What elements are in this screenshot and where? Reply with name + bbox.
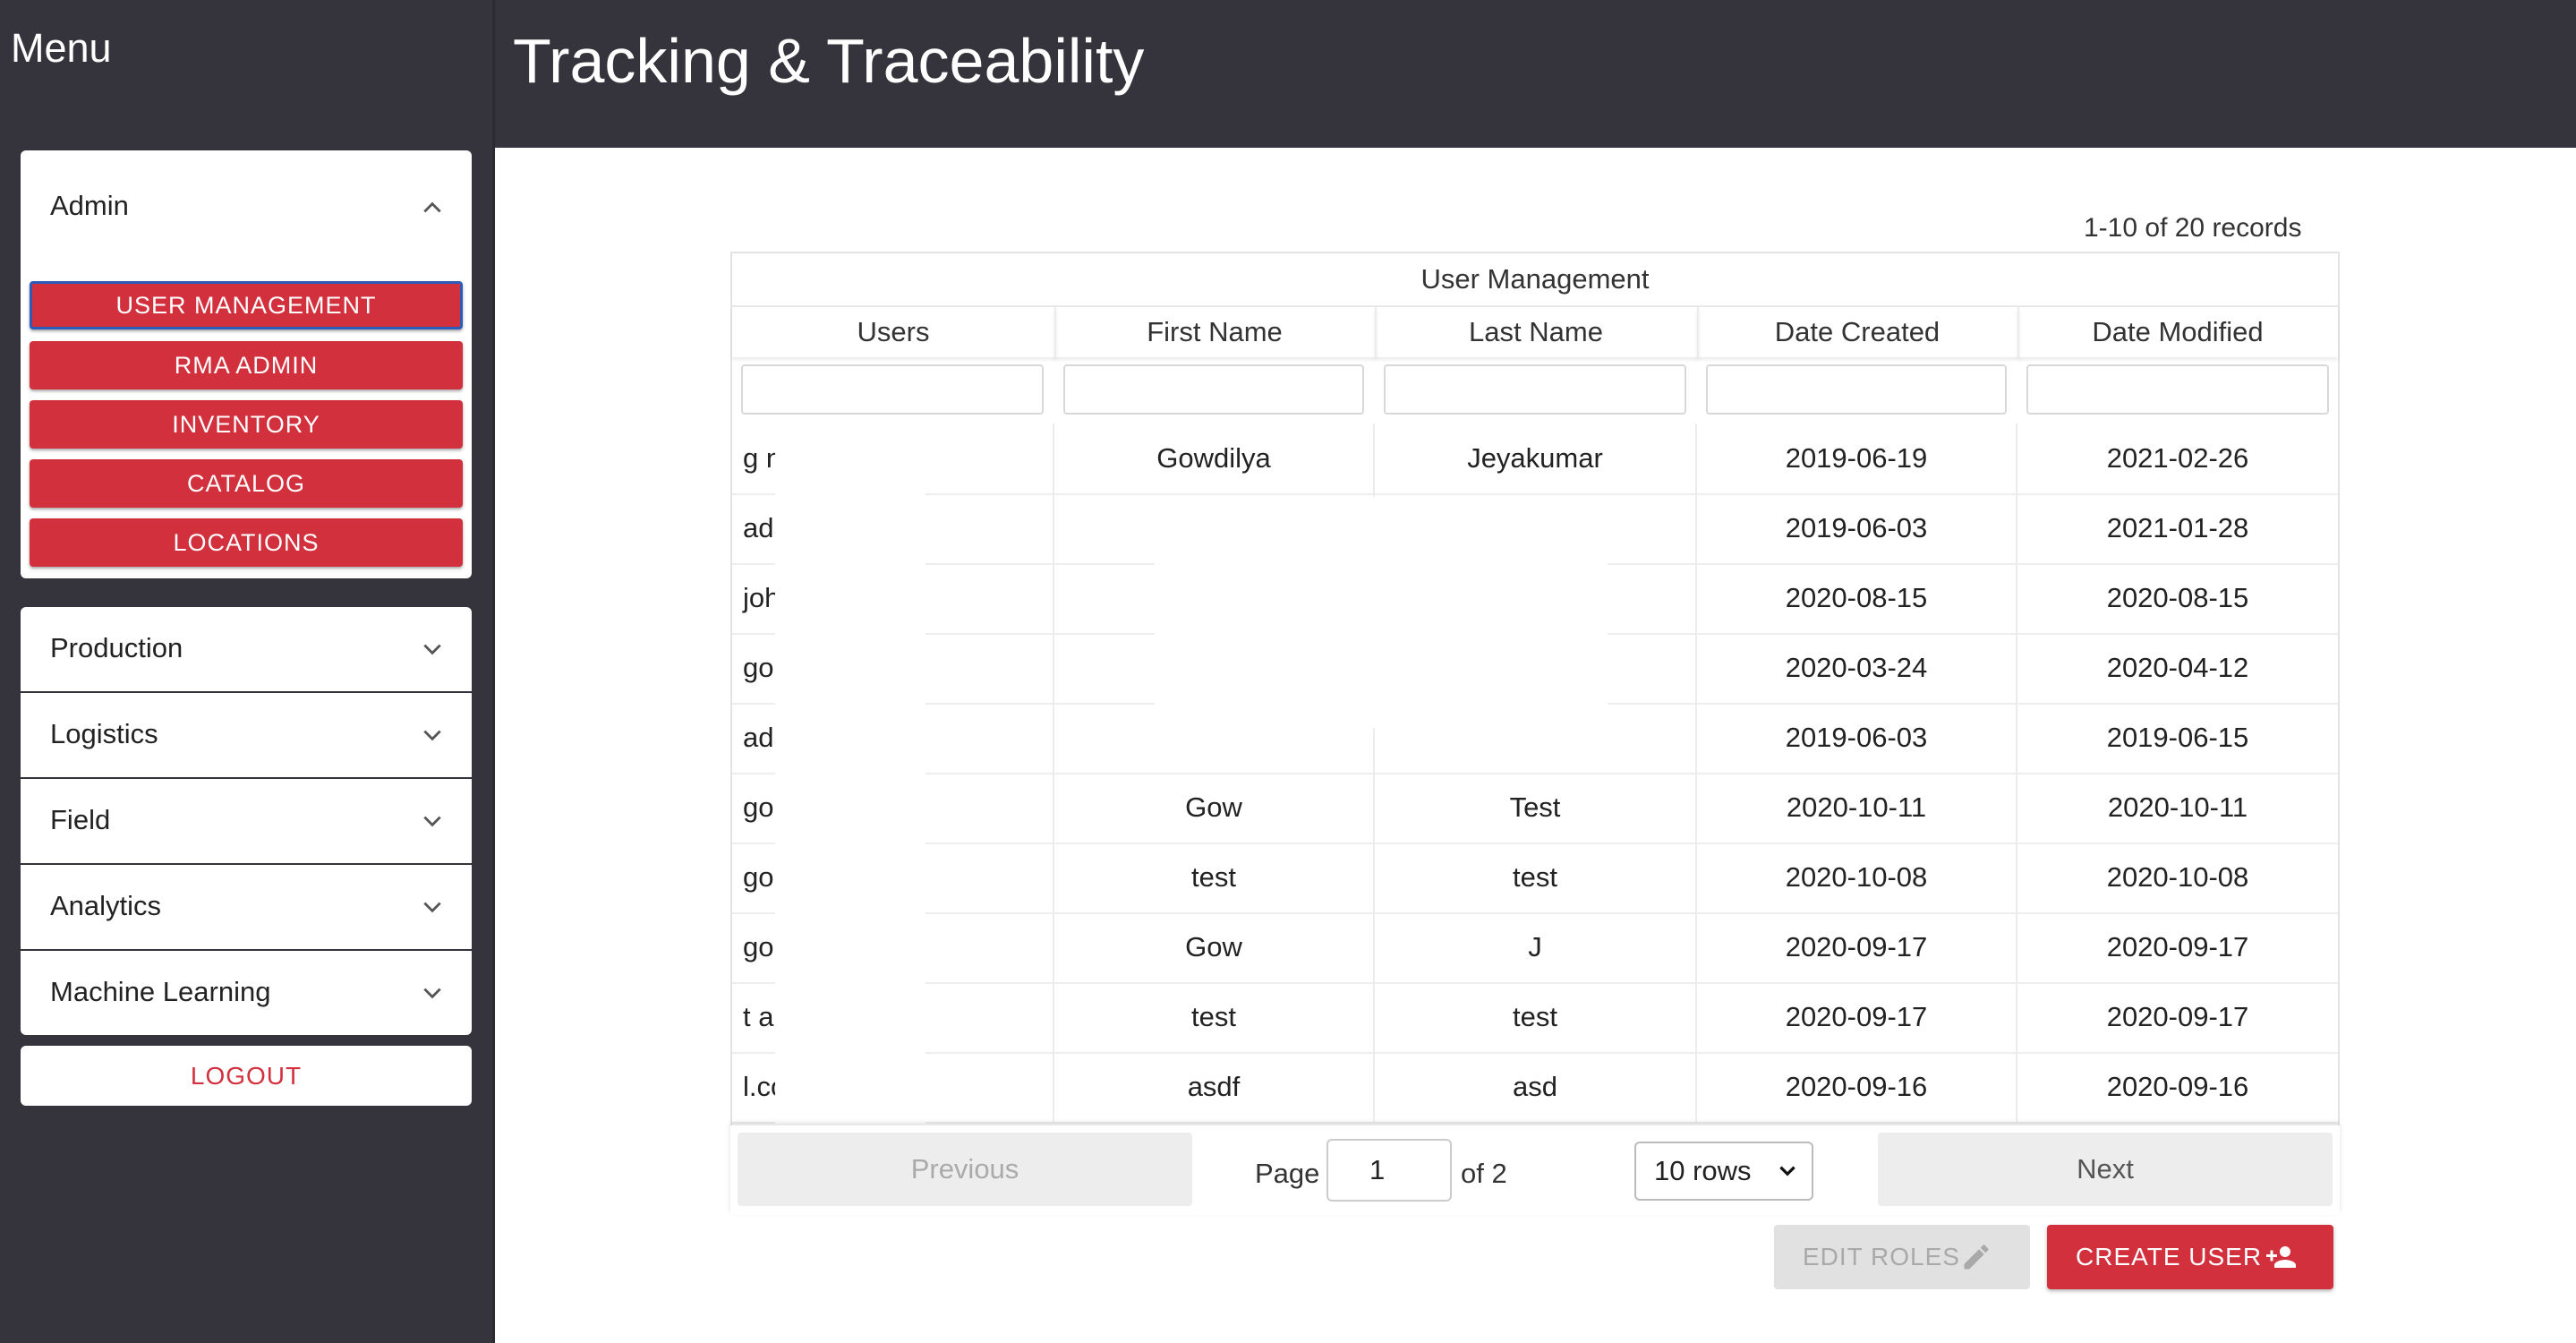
cell-first-name: Gowdilya bbox=[1054, 423, 1375, 493]
last-name-filter-input[interactable] bbox=[1384, 364, 1686, 415]
table-row[interactable]: go gmail.comGowJ2020-09-172020-09-17 bbox=[732, 912, 2338, 984]
cell-date-created: 2020-03-24 bbox=[1697, 633, 2017, 703]
locations-button[interactable]: LOCATIONS bbox=[30, 518, 463, 567]
column-header-last-name[interactable]: Last Name bbox=[1375, 307, 1699, 357]
cell-date-modified: 2020-08-15 bbox=[2106, 582, 2249, 613]
date-created-filter-input[interactable] bbox=[1706, 364, 2007, 415]
cell-first-name: test bbox=[1054, 982, 1375, 1052]
rma-admin-button[interactable]: RMA ADMIN bbox=[30, 341, 463, 389]
cell-last-name: Test bbox=[1375, 773, 1697, 843]
chevron-down-icon bbox=[421, 809, 444, 833]
section-label: Analytics bbox=[50, 890, 162, 921]
table-row[interactable]: t ail.comtesttest2020-09-172020-09-17 bbox=[732, 982, 2338, 1054]
section-field[interactable]: Field bbox=[21, 779, 472, 863]
page-label: Page bbox=[1255, 1158, 1320, 1189]
column-header-date-created[interactable]: Date Created bbox=[1697, 307, 2019, 357]
table-row[interactable]: l.comasdfasd2020-09-162020-09-16 bbox=[732, 1052, 2338, 1124]
admin-section-header[interactable]: Admin bbox=[21, 150, 472, 261]
redaction-block bbox=[1155, 497, 1608, 728]
date-modified-filter-input[interactable] bbox=[2026, 364, 2329, 415]
cell-date-created: 2020-08-15 bbox=[1697, 563, 2017, 633]
cell-date-created: 2019-06-03 bbox=[1697, 703, 2017, 773]
admin-label: Admin bbox=[50, 190, 129, 221]
cell-date-created: 2019-06-19 bbox=[1697, 423, 2017, 493]
records-count: 1-10 of 20 records bbox=[2084, 213, 2302, 243]
section-label: Production bbox=[50, 632, 183, 663]
table-row[interactable]: go mail.comtesttest2020-10-082020-10-08 bbox=[732, 843, 2338, 914]
cell-last-name: test bbox=[1375, 982, 1697, 1052]
cell-date-created: 2020-10-08 bbox=[1697, 843, 2017, 912]
cell-date-modified: 2020-09-17 bbox=[2106, 931, 2249, 962]
cell-date-created: 2020-09-17 bbox=[1697, 982, 2017, 1052]
first-name-filter-input[interactable] bbox=[1063, 364, 1364, 415]
cell-date-modified: 2020-04-12 bbox=[2106, 652, 2249, 683]
section-analytics[interactable]: Analytics bbox=[21, 865, 472, 949]
cell-date-modified: 2020-10-08 bbox=[2106, 861, 2249, 893]
section-label: Logistics bbox=[50, 718, 158, 749]
table-row[interactable]: go ook.comGowTest2020-10-112020-10-11 bbox=[732, 773, 2338, 844]
top-header: Tracking & Traceability bbox=[495, 0, 2576, 148]
table-row[interactable]: g nail.comGowdilyaJeyakumar2019-06-19202… bbox=[732, 423, 2338, 495]
cell-date-modified: 2020-09-17 bbox=[2106, 1001, 2249, 1032]
page-total-label: of 2 bbox=[1461, 1158, 1507, 1189]
section-machine-learning[interactable]: Machine Learning bbox=[21, 951, 472, 1035]
table-caption: User Management bbox=[732, 253, 2338, 307]
cell-last-name: Jeyakumar bbox=[1375, 423, 1697, 493]
cell-last-name: asd bbox=[1375, 1052, 1697, 1122]
cell-first-name: asdf bbox=[1054, 1052, 1375, 1122]
edit-roles-button[interactable]: EDIT ROLES bbox=[1774, 1225, 2030, 1289]
logout-button[interactable]: LOGOUT bbox=[21, 1046, 472, 1106]
cell-date-created: 2019-06-03 bbox=[1697, 493, 2017, 563]
add-person-icon bbox=[2262, 1241, 2298, 1273]
cell-date-created: 2020-09-16 bbox=[1697, 1052, 2017, 1122]
user-table: User Management Users First Name Last Na… bbox=[730, 252, 2340, 1215]
users-filter-input[interactable] bbox=[741, 364, 1044, 415]
inventory-button[interactable]: INVENTORY bbox=[30, 400, 463, 449]
chevron-down-icon bbox=[421, 723, 444, 747]
column-header-date-modified[interactable]: Date Modified bbox=[2017, 307, 2338, 357]
admin-panel: Admin USER MANAGEMENT RMA ADMIN INVENTOR… bbox=[21, 150, 472, 578]
cell-date-modified: 2020-10-11 bbox=[2107, 791, 2248, 823]
cell-first-name: Gow bbox=[1054, 773, 1375, 843]
user-management-button[interactable]: USER MANAGEMENT bbox=[30, 281, 463, 329]
page-title: Tracking & Traceability bbox=[513, 26, 1145, 96]
pagination-bar: Previous Page 1 of 2 10 rows Next bbox=[730, 1125, 2340, 1215]
create-user-label: CREATE USER bbox=[2076, 1243, 2263, 1270]
chevron-down-icon bbox=[421, 981, 444, 1005]
rows-per-page-value: 10 rows bbox=[1654, 1155, 1752, 1186]
pencil-icon bbox=[1958, 1241, 1994, 1273]
cell-date-modified: 2021-02-26 bbox=[2106, 442, 2249, 474]
edit-roles-label: EDIT ROLES bbox=[1803, 1243, 1960, 1270]
redaction-block bbox=[775, 428, 925, 1125]
sidebar: Menu Admin USER MANAGEMENT RMA ADMIN INV… bbox=[0, 0, 492, 1343]
previous-button[interactable]: Previous bbox=[738, 1133, 1192, 1206]
create-user-button[interactable]: CREATE USER bbox=[2047, 1225, 2333, 1289]
column-header-first-name[interactable]: First Name bbox=[1054, 307, 1377, 357]
cell-date-modified: 2020-09-16 bbox=[2106, 1071, 2249, 1102]
chevron-down-icon bbox=[421, 895, 444, 919]
section-accordion: Production Logistics Field Analytics Mac… bbox=[21, 607, 472, 1037]
catalog-button[interactable]: CATALOG bbox=[30, 459, 463, 508]
sidebar-divider bbox=[492, 0, 495, 1343]
chevron-down-icon bbox=[421, 637, 444, 661]
section-label: Machine Learning bbox=[50, 976, 271, 1007]
section-label: Field bbox=[50, 804, 111, 835]
cell-date-created: 2020-10-11 bbox=[1697, 773, 2017, 843]
cell-date-created: 2020-09-17 bbox=[1697, 912, 2017, 982]
cell-first-name: Gow bbox=[1054, 912, 1375, 982]
cell-first-name: test bbox=[1054, 843, 1375, 912]
cell-date-modified: 2019-06-15 bbox=[2106, 722, 2249, 753]
chevron-down-icon bbox=[1776, 1159, 1799, 1183]
cell-last-name: test bbox=[1375, 843, 1697, 912]
chevron-up-icon bbox=[421, 196, 444, 219]
next-button[interactable]: Next bbox=[1878, 1133, 2333, 1206]
section-logistics[interactable]: Logistics bbox=[21, 693, 472, 777]
column-header-users[interactable]: Users bbox=[732, 307, 1056, 357]
rows-per-page-select[interactable]: 10 rows bbox=[1634, 1142, 1813, 1201]
cell-last-name: J bbox=[1375, 912, 1697, 982]
cell-date-modified: 2021-01-28 bbox=[2106, 512, 2249, 543]
menu-title: Menu bbox=[11, 25, 112, 71]
section-production[interactable]: Production bbox=[21, 607, 472, 691]
page-number-input[interactable]: 1 bbox=[1326, 1139, 1452, 1202]
